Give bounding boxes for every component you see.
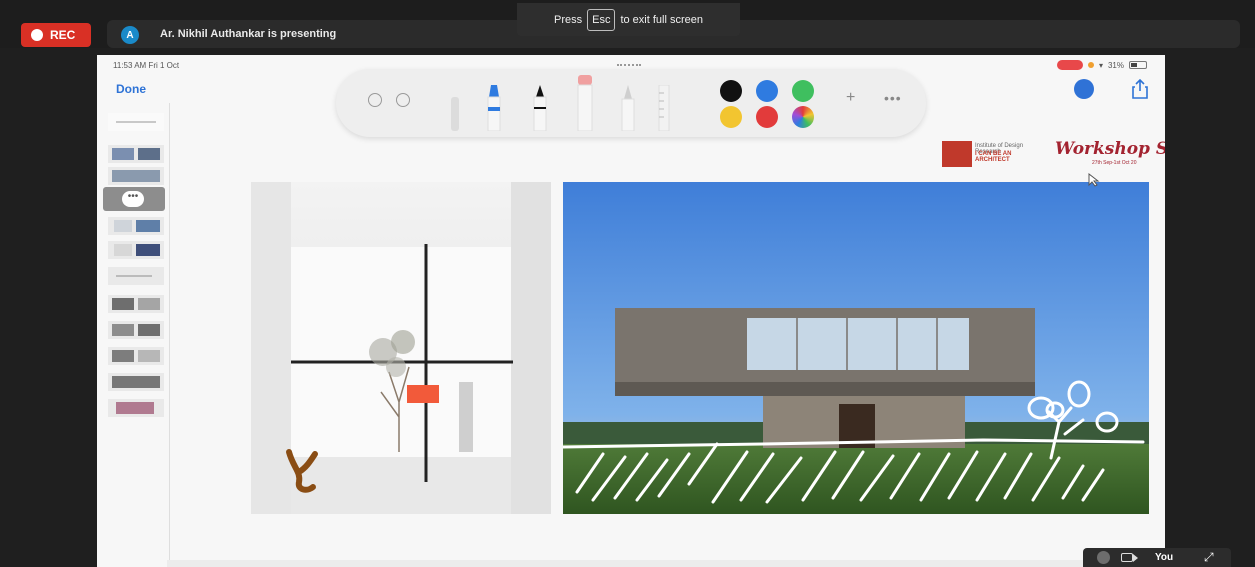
mic-muted-icon[interactable] bbox=[1097, 551, 1110, 564]
screen-record-icon bbox=[1056, 60, 1083, 70]
institute-logo-icon bbox=[942, 141, 972, 167]
status-time: 11:53 AM Fri 1 Oct bbox=[113, 61, 180, 70]
add-icon[interactable]: + bbox=[846, 89, 855, 107]
eraser-tool-icon[interactable] bbox=[448, 87, 462, 131]
logo-line2: I CAN BE AN ARCHITECT bbox=[975, 151, 1012, 163]
presenter-avatar: A bbox=[121, 26, 139, 44]
toast-text-before: Press bbox=[553, 13, 583, 26]
slide-title: Workshop S bbox=[1055, 139, 1165, 159]
thumbnail[interactable] bbox=[108, 113, 164, 131]
thumbnail[interactable] bbox=[108, 145, 164, 163]
slide-thumbnails: ••• bbox=[102, 107, 166, 567]
highlighter-tool-icon[interactable] bbox=[576, 75, 594, 131]
camera-icon[interactable] bbox=[1121, 553, 1133, 562]
expand-icon[interactable]: ⤢ bbox=[1204, 550, 1214, 565]
mouse-cursor-icon bbox=[1088, 173, 1100, 187]
marker-tool-icon[interactable] bbox=[486, 85, 502, 131]
presenter-status-text: Ar. Nikhil Authankar is presenting bbox=[160, 28, 337, 40]
pencil-tool-icon[interactable] bbox=[620, 85, 636, 131]
markup-pen-icon[interactable] bbox=[1074, 79, 1094, 99]
record-dot-icon bbox=[31, 29, 43, 41]
done-button[interactable]: Done bbox=[116, 82, 146, 96]
share-icon[interactable] bbox=[1132, 79, 1148, 99]
self-view-label: You bbox=[1155, 552, 1174, 563]
esc-key-badge: Esc bbox=[587, 8, 616, 31]
status-indicators: ▾ 31% bbox=[1056, 60, 1147, 70]
color-red-swatch[interactable] bbox=[756, 106, 778, 128]
thumbnail[interactable] bbox=[108, 167, 164, 185]
fullscreen-exit-toast: Press Esc to exit full screen bbox=[517, 3, 740, 36]
markup-toolbar: + ••• bbox=[336, 69, 926, 137]
more-icon: ••• bbox=[122, 191, 144, 207]
sidebar-divider bbox=[169, 103, 170, 567]
thumbnail[interactable] bbox=[108, 347, 164, 365]
recording-indicator[interactable]: REC bbox=[21, 23, 91, 47]
thumbnail[interactable] bbox=[108, 267, 164, 285]
thumbnail-selected[interactable]: ••• bbox=[103, 187, 165, 211]
self-view-controls: You ⤢ bbox=[1083, 548, 1231, 567]
color-picker-icon[interactable] bbox=[792, 106, 814, 128]
ruler-tool-icon[interactable] bbox=[658, 85, 670, 131]
redo-icon[interactable] bbox=[396, 93, 410, 107]
battery-percent: 31% bbox=[1107, 60, 1124, 70]
thumbnail[interactable] bbox=[108, 373, 164, 391]
toast-text-after: to exit full screen bbox=[620, 13, 703, 26]
multitask-dots-icon bbox=[617, 64, 641, 67]
rec-label: REC bbox=[50, 28, 76, 42]
pen-tool-icon[interactable] bbox=[532, 85, 548, 131]
wifi-icon: ▾ bbox=[1098, 60, 1103, 70]
color-blue-swatch[interactable] bbox=[756, 80, 778, 102]
mic-dot-icon bbox=[1087, 62, 1094, 68]
meeting-top-bar: REC A Ar. Nikhil Authankar is presenting… bbox=[0, 0, 1255, 48]
meeting-window: REC A Ar. Nikhil Authankar is presenting… bbox=[0, 0, 1255, 567]
thumbnail[interactable] bbox=[108, 399, 164, 417]
shared-screen: 11:53 AM Fri 1 Oct ▾ 31% Done ••• + ••• … bbox=[97, 55, 1165, 567]
house-photo bbox=[563, 182, 1149, 514]
undo-icon[interactable] bbox=[368, 93, 382, 107]
color-green-swatch[interactable] bbox=[792, 80, 814, 102]
more-options-icon[interactable]: ••• bbox=[884, 90, 902, 106]
camera-lens-icon bbox=[1133, 554, 1138, 562]
color-yellow-swatch[interactable] bbox=[720, 106, 742, 128]
battery-icon bbox=[1129, 61, 1147, 69]
slide-bottom-edge bbox=[167, 560, 1165, 567]
thumbnail[interactable] bbox=[108, 321, 164, 339]
thumbnail[interactable] bbox=[108, 295, 164, 313]
interior-photo bbox=[251, 182, 551, 514]
slide-logo-header: Institute of Design Research I CAN BE AN… bbox=[939, 135, 1165, 177]
thumbnail[interactable] bbox=[108, 241, 164, 259]
slide-subtitle: 27th Sep-1st Oct 20 bbox=[1092, 160, 1137, 166]
color-black-swatch[interactable] bbox=[720, 80, 742, 102]
thumbnail[interactable] bbox=[108, 217, 164, 235]
